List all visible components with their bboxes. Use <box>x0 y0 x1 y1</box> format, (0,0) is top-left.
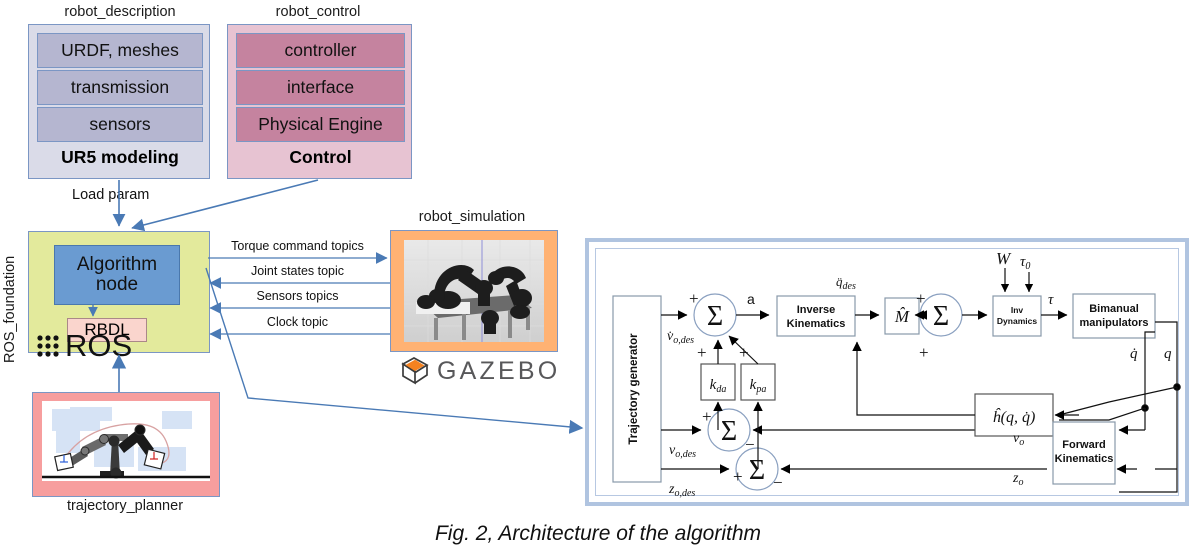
block-label-trajectory-generator: Trajectory generator <box>628 333 640 445</box>
block-label-inv-dynamics-line2: Dynamics <box>997 316 1037 326</box>
trajectory-planner-title: trajectory_planner <box>66 498 184 514</box>
sum-symbol: Σ <box>721 416 737 447</box>
signal-label-tau: τ <box>1048 292 1054 308</box>
block-label-bimanual-line1: Bimanual <box>1089 303 1139 315</box>
planner-to-control-connector <box>205 267 584 434</box>
signal-label-W: W <box>996 249 1012 268</box>
sign-minus: − <box>745 435 755 454</box>
signal-label-z-o-des: zo,des <box>668 482 695 499</box>
block-label-mass-matrix: M̂ <box>894 307 910 326</box>
signal-label-q-dot: q̇ <box>1130 346 1138 362</box>
sign-plus: + <box>689 289 699 308</box>
signal-label-q-ddot-des: q̈des <box>836 274 856 292</box>
sign-plus: + <box>697 343 707 362</box>
control-diagram-frame: Trajectory generator Σ Σ Σ Σ + + + + − +… <box>585 238 1189 506</box>
sign-minus: − <box>773 473 783 492</box>
block-label-h-hat: ĥ(q, q̇) <box>993 407 1036 426</box>
sign-plus: + <box>739 343 749 362</box>
block-label-inverse-kinematics-line1: Inverse <box>797 304 836 316</box>
figure-caption: Fig. 2, Architecture of the algorithm <box>434 522 762 545</box>
signal-label-q: q <box>1164 346 1172 362</box>
block-label-inverse-kinematics-line2: Kinematics <box>787 318 846 330</box>
sum-symbol: Σ <box>749 455 765 486</box>
signal-label-tau-0: τ0 <box>1020 254 1030 272</box>
sign-plus: + <box>702 407 712 426</box>
ros-foundation-side-label: ROS_foundation <box>2 255 18 363</box>
block-label-forward-kinematics-line2: Kinematics <box>1055 453 1114 465</box>
sum-symbol: Σ <box>933 301 949 332</box>
signal-label-z-o: zo <box>1012 471 1023 488</box>
signal-label-v-o-des: vo,des <box>669 443 696 460</box>
control-diagram-svg: Trajectory generator Σ Σ Σ Σ + + + + − +… <box>612 249 1181 499</box>
robot-simulation-title: robot_simulation <box>418 209 526 225</box>
sum-symbol: Σ <box>707 301 723 332</box>
sign-plus: + <box>916 289 926 308</box>
block-label-bimanual-line2: manipulators <box>1079 317 1148 329</box>
sign-plus: + <box>733 467 743 486</box>
signal-label-a: a <box>747 291 755 307</box>
block-label-inv-dynamics-line1: Inv <box>1011 305 1024 315</box>
block-label-forward-kinematics-line1: Forward <box>1062 439 1105 451</box>
signal-label-v-dot-o-des: v̇o,des <box>667 329 694 346</box>
sign-plus: + <box>919 343 929 362</box>
